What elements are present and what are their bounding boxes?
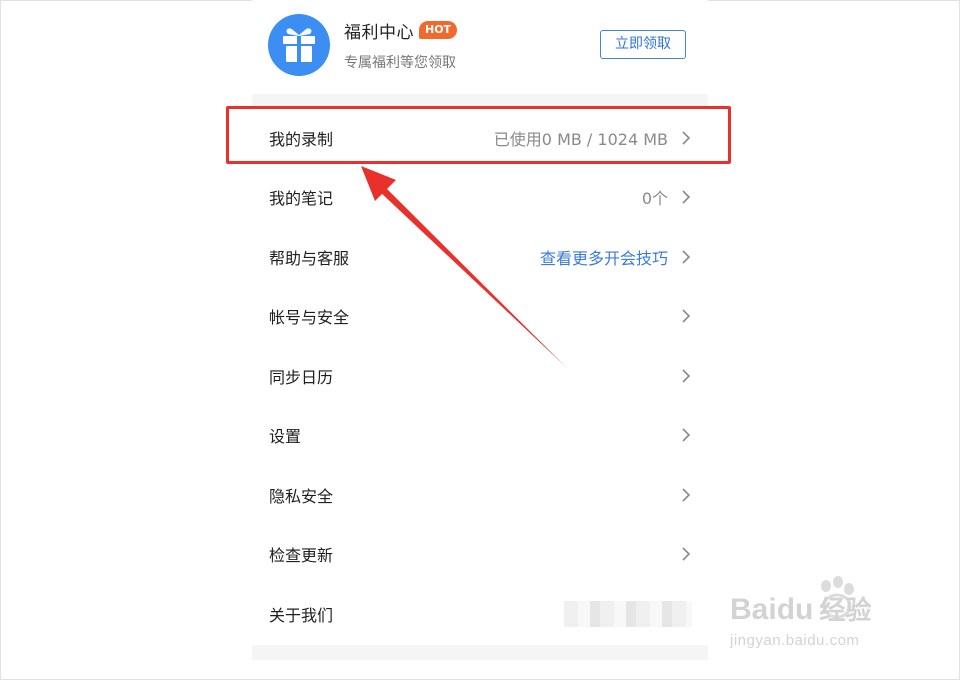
watermark-domain: jingyan.baidu.com <box>730 632 860 649</box>
claim-now-button[interactable]: 立即领取 <box>600 30 686 59</box>
notes-count-value: 0个 <box>641 189 668 209</box>
baidu-jingyan-watermark: Baidu 经验 jingyan.baidu.com <box>728 570 908 660</box>
watermark-brand-bai: Bai <box>730 593 777 626</box>
annotation-highlight-box <box>226 106 731 164</box>
menu-item-sync-calendar[interactable]: 同步日历 <box>252 346 708 406</box>
menu-item-help-support[interactable]: 帮助与客服 查看更多开会技巧 <box>252 227 708 287</box>
menu-item-privacy[interactable]: 隐私安全 <box>252 465 708 525</box>
welfare-title: 福利中心 <box>344 23 414 43</box>
menu-item-label: 关于我们 <box>269 605 334 625</box>
watermark-brand: Baidu 经验 <box>730 590 871 627</box>
chevron-right-icon <box>682 547 691 561</box>
profile-settings-panel: 福利中心 HOT 专属福利等您领取 立即领取 我的录制 已使用0 MB / 10… <box>252 0 708 660</box>
menu-item-label: 隐私安全 <box>269 486 334 506</box>
watermark-brand-du: du <box>776 593 814 626</box>
gift-icon <box>283 28 315 62</box>
bottom-divider <box>252 645 708 660</box>
gift-avatar <box>268 14 330 76</box>
chevron-right-icon <box>682 369 691 383</box>
blurred-version-value <box>564 600 692 627</box>
meeting-tips-link[interactable]: 查看更多开会技巧 <box>540 245 668 269</box>
chevron-right-icon <box>682 250 691 264</box>
chevron-right-icon <box>682 488 691 502</box>
menu-item-label: 帐号与安全 <box>269 308 350 328</box>
menu-item-about[interactable]: 关于我们 <box>252 584 708 644</box>
menu-item-label: 帮助与客服 <box>269 248 350 268</box>
watermark-brand-cn: 经验 <box>819 595 872 625</box>
menu-item-label: 设置 <box>269 427 302 447</box>
welfare-center-card[interactable]: 福利中心 HOT 专属福利等您领取 立即领取 <box>252 0 708 94</box>
chevron-right-icon <box>682 190 691 204</box>
menu-item-label: 我的笔记 <box>269 189 334 209</box>
menu-item-check-update[interactable]: 检查更新 <box>252 524 708 584</box>
menu-item-notes[interactable]: 我的笔记 0个 <box>252 167 708 227</box>
menu-item-settings[interactable]: 设置 <box>252 405 708 465</box>
menu-item-account-security[interactable]: 帐号与安全 <box>252 286 708 346</box>
settings-menu: 我的录制 已使用0 MB / 1024 MB 我的笔记 0个 帮助与客服 查看更… <box>252 108 708 644</box>
welfare-subtitle: 专属福利等您领取 <box>344 55 456 71</box>
chevron-right-icon <box>682 428 691 442</box>
menu-item-label: 检查更新 <box>269 546 334 566</box>
chevron-right-icon <box>682 309 691 323</box>
hot-badge: HOT <box>419 21 458 39</box>
menu-item-label: 同步日历 <box>269 367 334 387</box>
